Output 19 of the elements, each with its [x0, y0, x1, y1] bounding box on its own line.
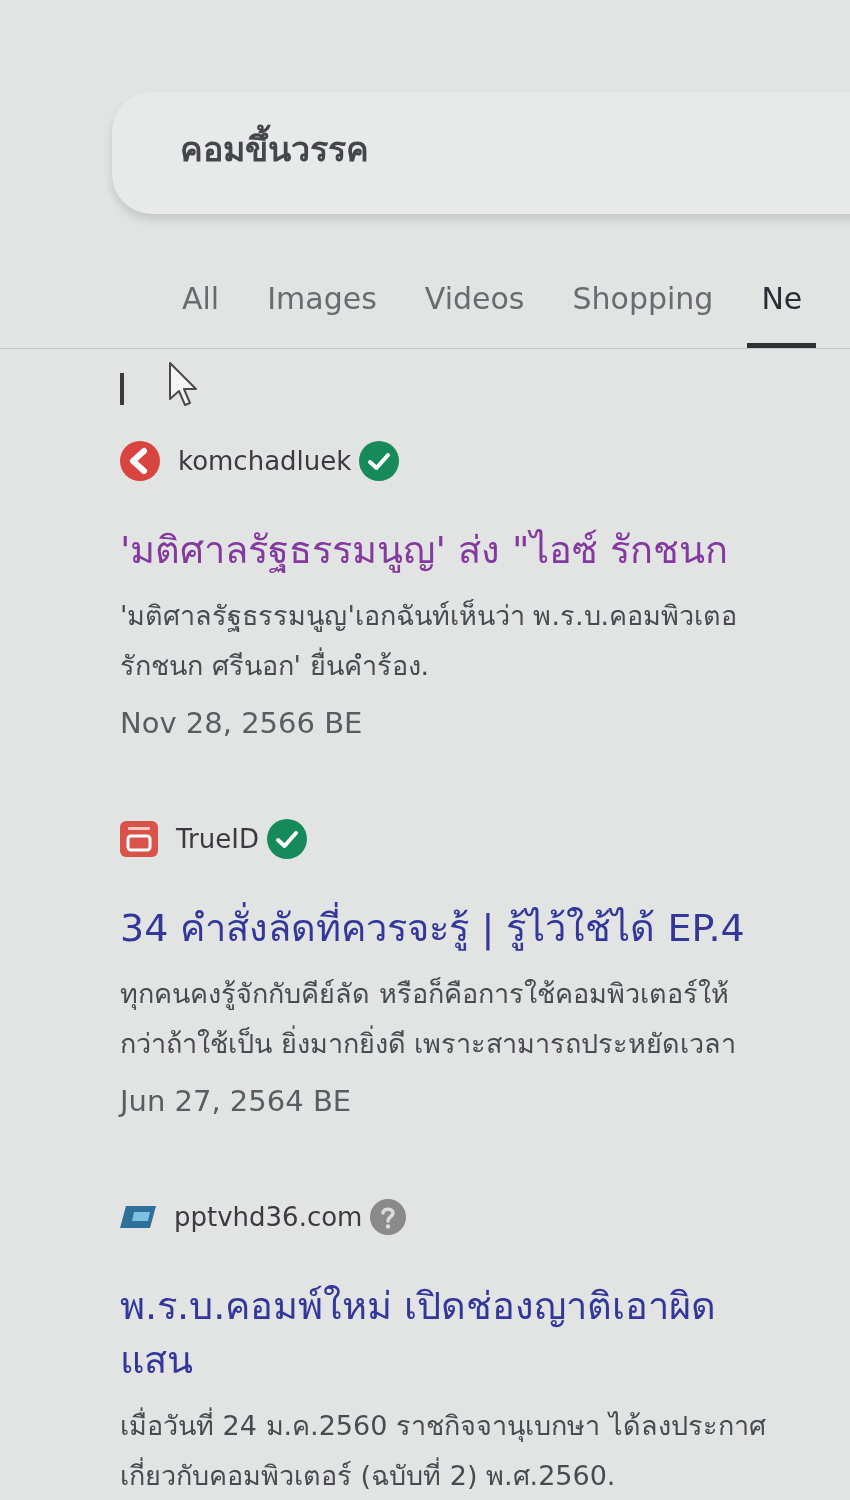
result-snippet: 'มติศาลรัฐธรรมนูญ'เอกฉันท์เห็นว่า พ.ร.บ.คอมพิวเตอ รักชนก ศรีนอก' ยื่นคำร้อง. — [120, 598, 739, 683]
result-date: Jun 27, 2564 BE — [120, 1083, 352, 1120]
result-title-link[interactable]: 34 คำสั่งลัดที่ควรจะรู้ | รู้ไว้ใช้ได้ EP.4 — [120, 901, 850, 955]
tab[interactable]: Images — [253, 268, 391, 348]
tab[interactable]: Videos — [410, 268, 539, 348]
search-field[interactable]: คอมขึ้นวรรค — [112, 92, 850, 214]
tab[interactable]: Ne — [747, 268, 817, 348]
text-cursor-icon — [120, 373, 124, 405]
source-name: komchadluek — [178, 444, 352, 478]
source-name: pptvhd36.com — [174, 1200, 363, 1234]
mouse-pointer-icon — [168, 361, 198, 407]
result-snippet: ทุกคนคงรู้จักกับคีย์ลัด หรือก็คือการใช้คอมพิวเตอร์ให้ กว่าถ้าใช้เป็น ยิ่งมากยิ่งดี เพราะสามารถประหยัดเวลา — [120, 976, 738, 1061]
tab[interactable]: All — [168, 268, 234, 348]
source-name: TrueID — [176, 822, 259, 856]
result-snippet: เมื่อวันที่ 24 ม.ค.2560 ราชกิจจานุเบกษา ได้ลงประกาศ เกี่ยวกับคอมพิวเตอร์ (ฉบับที่ 2) พ.ศ.2560. — [120, 1401, 850, 1500]
result-title-link[interactable]: 'มติศาลรัฐธรรมนูญ' ส่ง "ไอซ์ รักชนก — [120, 523, 850, 577]
result-date: Nov 28, 2566 BE — [120, 705, 363, 742]
tab[interactable]: Shopping — [558, 268, 728, 348]
result-title-link[interactable]: พ.ร.บ.คอมพ์ใหม่ เปิดช่องญาติเอาผิด แสน — [120, 1279, 850, 1387]
